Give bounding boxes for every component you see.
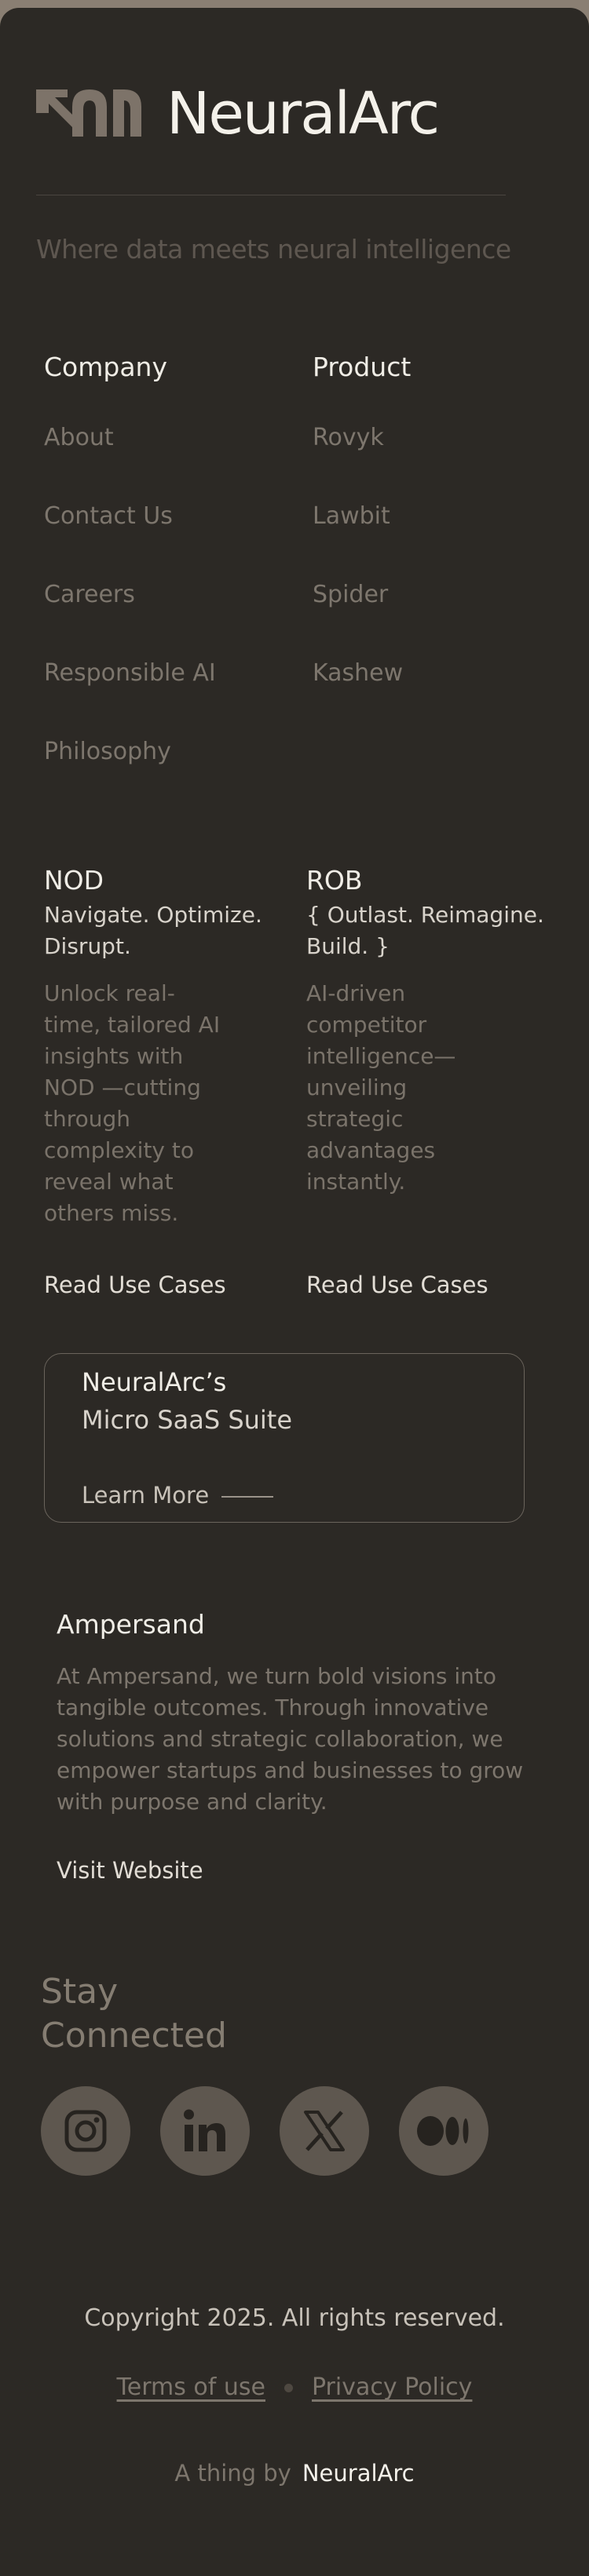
arrow-right-icon [221,1496,273,1498]
stay-connected-line: Connected [41,2016,227,2056]
product-rob-description: AI-driven competitor intelligence— unvei… [306,978,455,1198]
product-nod-subtitle-line: Disrupt. [44,933,131,959]
suite-title-line1: NeuralArc’s [82,1367,227,1397]
privacy-policy-link[interactable]: Privacy Policy [312,2373,472,2401]
product-rob-description-line: unveiling [306,1075,408,1100]
product-rob-subtitle: { Outlast. Reimagine. Build. } [306,899,544,962]
product-rob-subtitle-line: Build. } [306,933,390,959]
product-rob-description-line: advantages [306,1137,436,1163]
product-rob-name: ROB [306,865,363,896]
product-rob-description-line: instantly. [306,1169,406,1195]
product-rob-description-line: strategic [306,1106,404,1132]
nod-read-use-cases-link[interactable]: Read Use Cases [44,1272,226,1298]
terms-of-use-link[interactable]: Terms of use [117,2373,265,2401]
product-nod-subtitle: Navigate. Optimize. Disrupt. [44,899,262,962]
credit-prefix: A thing by [174,2460,291,2487]
footer-link-contact[interactable]: Contact Us [44,502,173,530]
instagram-icon [64,2110,107,2152]
product-rob-description-line: intelligence— [306,1043,456,1069]
x-button[interactable] [280,2086,369,2176]
product-heading: Product [313,352,412,382]
separator-dot [284,2384,293,2392]
instagram-button[interactable] [41,2086,130,2176]
company-heading: Company [44,352,167,382]
product-nod-description-line: Unlock real- [44,980,175,1006]
product-nod-description-line: time, tailored AI [44,1012,221,1038]
product-nod-description-line: complexity to [44,1137,194,1163]
stay-connected-heading: Stay Connected [41,1970,276,2058]
brand-name[interactable]: NeuralArc [166,80,440,148]
product-nod-name: NOD [44,865,104,896]
footer-link-kashew[interactable]: Kashew [313,659,403,687]
footer-link-spider[interactable]: Spider [313,581,388,608]
product-nod-description-line: through [44,1106,131,1132]
footer-link-about[interactable]: About [44,424,114,451]
linkedin-button[interactable] [160,2086,250,2176]
copyright-text: Copyright 2025. All rights reserved. [84,2304,505,2332]
site-footer: NeuralArc Where data meets neural intell… [0,8,589,2576]
medium-icon [417,2116,469,2146]
product-nod-description-line: NOD —cutting [44,1075,201,1100]
footer-link-philosophy[interactable]: Philosophy [44,738,171,765]
product-rob-subtitle-line: { Outlast. Reimagine. [306,902,544,928]
learn-more-link[interactable]: Learn More [82,1482,209,1509]
ampersand-heading: Ampersand [57,1609,205,1640]
ampersand-description: At Ampersand, we turn bold visions into … [57,1661,543,1818]
product-nod-subtitle-line: Navigate. Optimize. [44,902,262,928]
ampersand-description-line: solutions and strategic collaboration, w… [57,1726,503,1752]
linkedin-icon [184,2109,225,2151]
stay-connected-line: Stay [41,1972,119,2012]
footer-link-careers[interactable]: Careers [44,581,135,608]
footer-link-lawbit[interactable]: Lawbit [313,502,390,530]
credit-line: A thing by NeuralArc [0,2460,589,2487]
x-icon [304,2111,345,2151]
product-rob-description-line: AI-driven [306,980,406,1006]
footer-link-responsible-ai[interactable]: Responsible AI [44,659,216,687]
product-nod-description: Unlock real- time, tailored AI insights … [44,978,220,1229]
neuralarc-logo-icon [36,89,141,137]
legal-links: Terms of use Privacy Policy [0,2373,589,2401]
ampersand-description-line: empower startups and businesses to grow [57,1757,524,1783]
ampersand-description-line: tangible outcomes. Through innovative [57,1695,489,1720]
footer-link-rovyk[interactable]: Rovyk [313,424,384,451]
product-nod-description-line: others miss. [44,1200,179,1226]
credit-brand-link[interactable]: NeuralArc [302,2460,415,2487]
medium-button[interactable] [399,2086,488,2176]
ampersand-description-line: At Ampersand, we turn bold visions into [57,1663,497,1689]
ampersand-description-line: with purpose and clarity. [57,1789,327,1815]
visit-website-link[interactable]: Visit Website [57,1857,203,1884]
suite-title-line2: Micro SaaS Suite [82,1405,293,1435]
product-nod-description-line: reveal what [44,1169,174,1195]
brand-tagline: Where data meets neural intelligence [36,234,511,265]
product-nod-description-line: insights with [44,1043,184,1069]
rob-read-use-cases-link[interactable]: Read Use Cases [306,1272,488,1298]
product-rob-description-line: competitor [306,1012,427,1038]
